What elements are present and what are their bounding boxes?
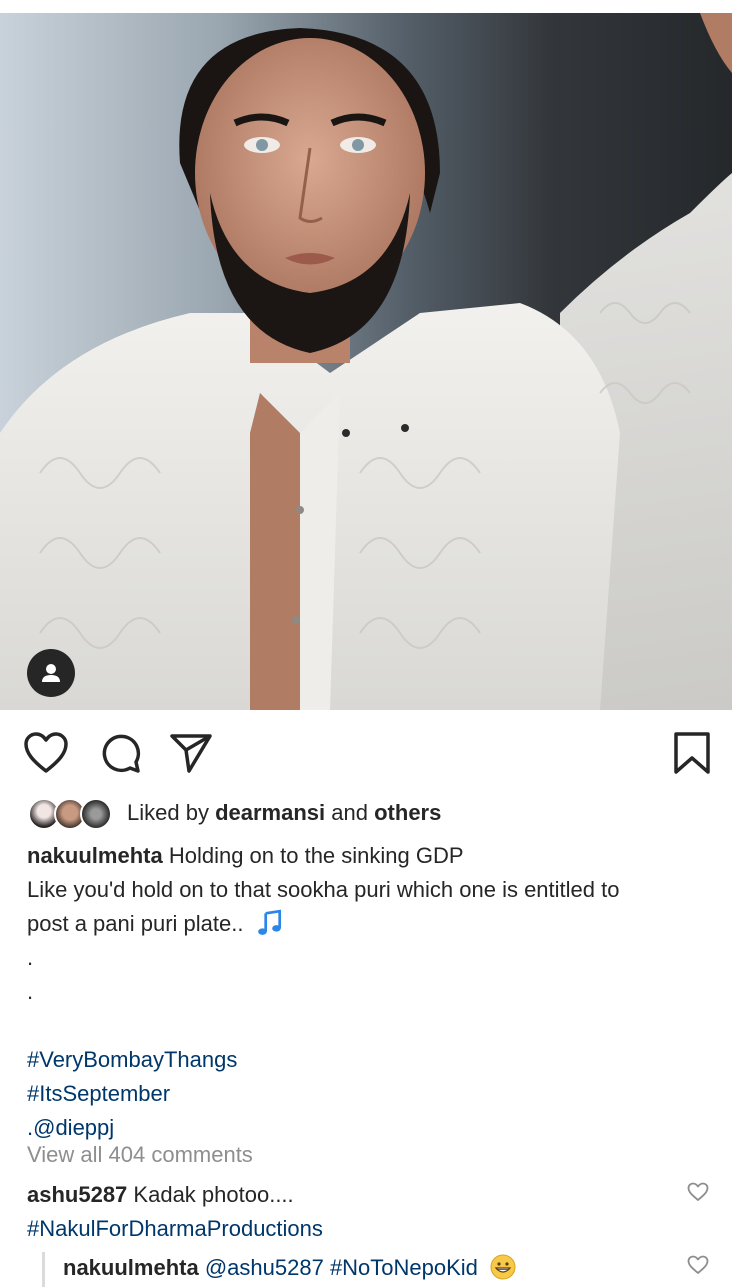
hashtag-link[interactable]: #VeryBombayThangs bbox=[27, 1043, 717, 1077]
comment-button[interactable] bbox=[96, 728, 146, 778]
comment-reply: nakuulmehta @ashu5287 #NoToNepoKid bbox=[42, 1252, 516, 1287]
caption-line: post a pani puri plate.. bbox=[27, 907, 717, 941]
mention-link[interactable]: @ashu5287 bbox=[205, 1255, 324, 1280]
share-icon bbox=[170, 734, 212, 773]
likes-others-link[interactable]: others bbox=[374, 800, 441, 825]
comment-item: ashu5287 Kadak photoo.... #NakulForDharm… bbox=[27, 1178, 647, 1246]
likes-summary: Liked by dearmansi and others bbox=[127, 800, 441, 826]
post-action-bar bbox=[0, 728, 732, 778]
view-all-comments-link[interactable]: View all 404 comments bbox=[27, 1142, 253, 1168]
post-photo-illustration bbox=[0, 13, 732, 710]
caption-text: Holding on to the sinking GDP bbox=[168, 843, 464, 868]
likes-row[interactable]: Liked by dearmansi and others bbox=[28, 796, 441, 830]
comment-icon bbox=[102, 734, 141, 773]
liker-username[interactable]: dearmansi bbox=[215, 800, 325, 825]
heart-icon bbox=[24, 732, 68, 773]
share-button[interactable] bbox=[166, 728, 216, 778]
heart-icon bbox=[687, 1182, 709, 1201]
comment-like-button[interactable] bbox=[686, 1180, 710, 1204]
caption-text: Like you'd hold on to that sookha puri w… bbox=[27, 877, 620, 902]
post-caption: nakuulmehta Holding on to the sinking GD… bbox=[27, 839, 717, 1145]
caption-dot: . bbox=[27, 979, 34, 1004]
avatar bbox=[80, 798, 112, 830]
caption-dot: . bbox=[27, 945, 34, 970]
grinning-face-icon bbox=[490, 1254, 516, 1280]
heart-icon bbox=[687, 1255, 709, 1274]
likes-prefix: Liked by bbox=[127, 800, 209, 825]
hashtag-link[interactable]: #NoToNepoKid bbox=[330, 1255, 478, 1280]
comment-line: ashu5287 Kadak photoo.... bbox=[27, 1178, 647, 1212]
save-button[interactable] bbox=[667, 728, 717, 778]
reply-username[interactable]: nakuulmehta bbox=[63, 1255, 199, 1280]
reply-like-button[interactable] bbox=[686, 1253, 710, 1277]
mention-link[interactable]: .@dieppj bbox=[27, 1111, 717, 1145]
comment-text: Kadak photoo.... bbox=[133, 1182, 294, 1207]
liker-avatars bbox=[28, 796, 114, 830]
like-button[interactable] bbox=[21, 728, 71, 778]
caption-username[interactable]: nakuulmehta bbox=[27, 843, 163, 868]
person-icon bbox=[42, 664, 60, 682]
post-photo[interactable] bbox=[0, 13, 732, 710]
comment-username[interactable]: ashu5287 bbox=[27, 1182, 127, 1207]
hashtag-link[interactable]: #ItsSeptember bbox=[27, 1077, 717, 1111]
bookmark-icon bbox=[674, 732, 710, 774]
tagged-people-button[interactable] bbox=[27, 649, 75, 697]
music-note-icon bbox=[256, 909, 283, 937]
hashtag-link[interactable]: #NakulForDharmaProductions bbox=[27, 1212, 647, 1246]
top-spacer bbox=[0, 0, 732, 13]
caption-line: nakuulmehta Holding on to the sinking GD… bbox=[27, 839, 717, 873]
caption-text: post a pani puri plate.. bbox=[27, 911, 244, 936]
likes-conjunction: and bbox=[331, 800, 368, 825]
